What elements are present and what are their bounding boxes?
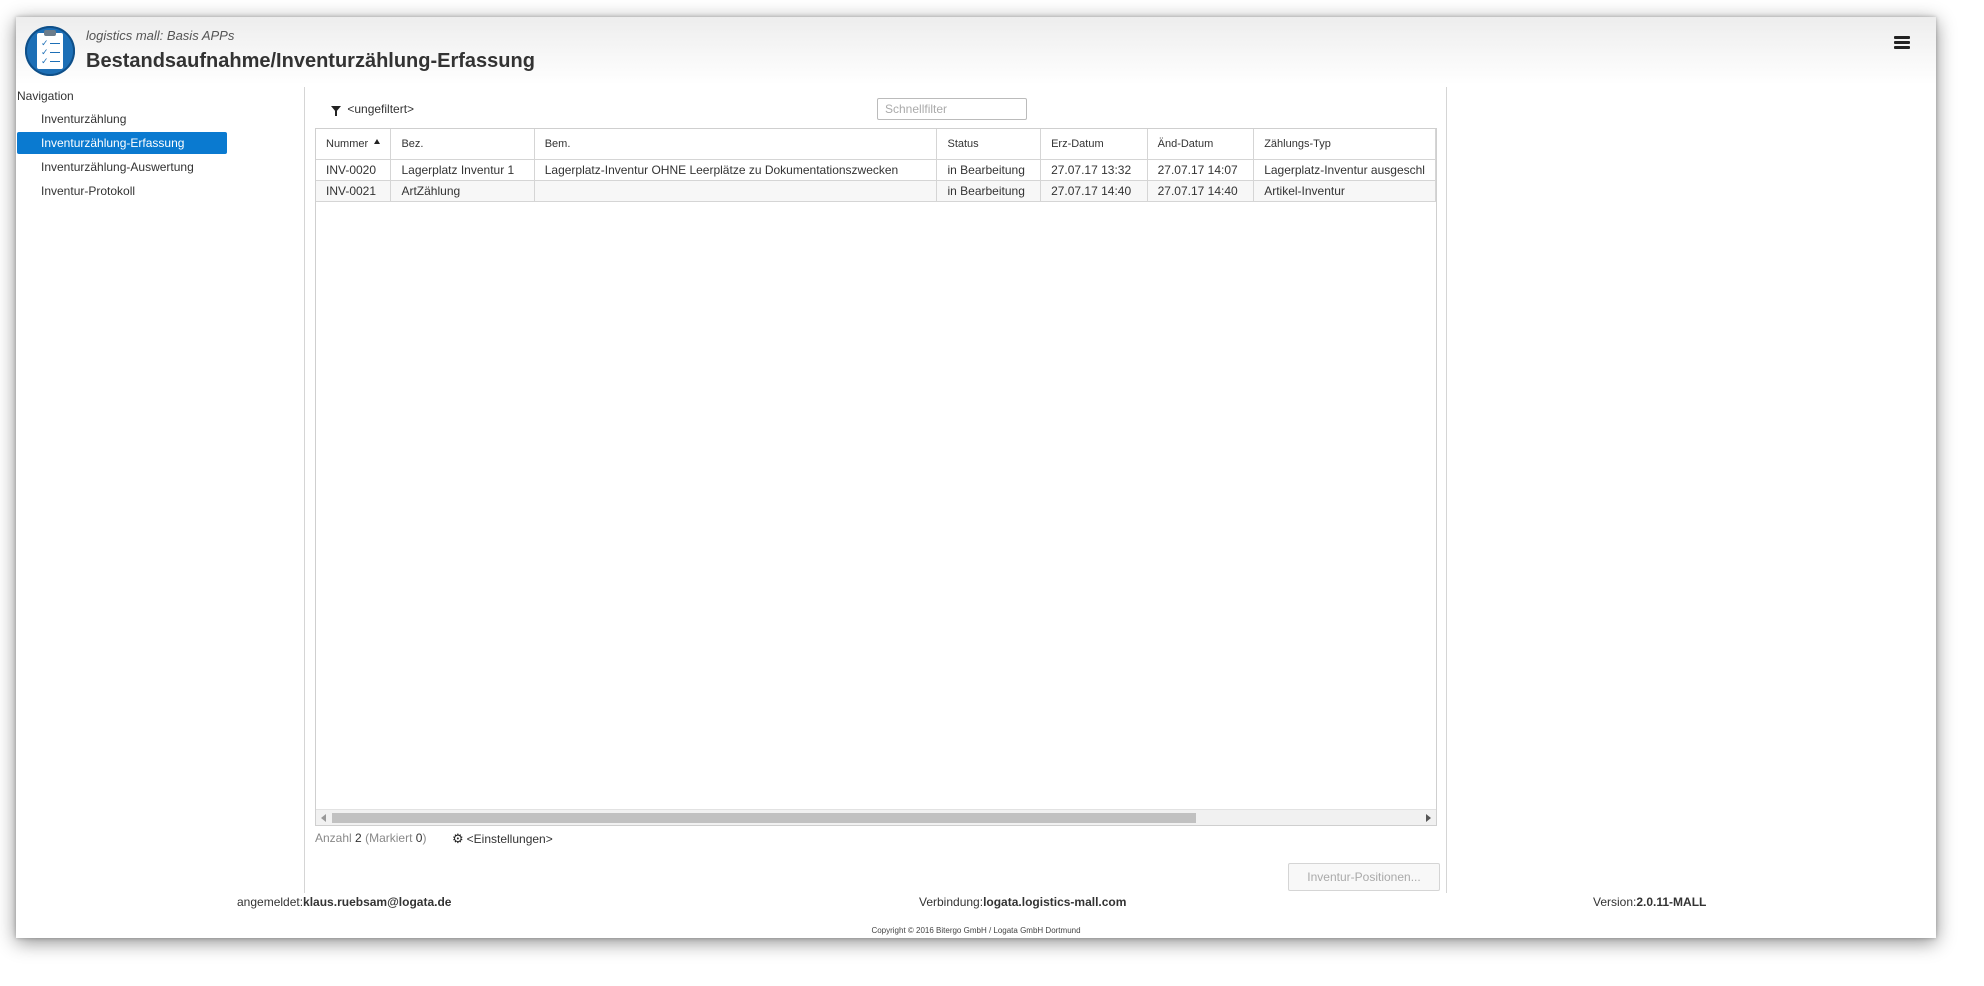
settings-link[interactable]: ⚙ <Einstellungen> [452, 831, 553, 847]
nav-item-inventur-protokoll[interactable]: Inventur-Protokoll [17, 180, 227, 202]
table-row[interactable]: INV-0021 ArtZählung in Bearbeitung 27.07… [316, 180, 1436, 202]
filter-label: <ungefiltert> [347, 102, 415, 116]
filter-funnel-icon [331, 106, 341, 116]
cell-erz-datum[interactable]: 27.07.17 13:32 [1040, 159, 1148, 181]
settings-label: <Einstellungen> [466, 832, 553, 846]
column-header-zaehlungs-typ[interactable]: Zählungs-Typ [1253, 129, 1436, 160]
cell-zaehlungs-typ[interactable]: Artikel-Inventur [1253, 180, 1436, 202]
scroll-left-icon[interactable] [321, 814, 326, 822]
column-header-status[interactable]: Status [936, 129, 1042, 160]
scrollbar-thumb[interactable] [332, 813, 1196, 823]
record-count-value: 2 [355, 831, 362, 845]
footer-logged-in: angemeldet:klaus.ruebsam@logata.de [237, 895, 452, 909]
cell-status[interactable]: in Bearbeitung [936, 159, 1042, 181]
navigation-label: Navigation [17, 89, 74, 103]
column-header-bez[interactable]: Bez. [390, 129, 535, 160]
marked-count-value: 0 [415, 831, 423, 845]
page-title: Bestandsaufnahme/Inventurzählung-Erfassu… [86, 50, 535, 72]
cell-bem[interactable]: Lagerplatz-Inventur OHNE Leerplätze zu D… [534, 159, 938, 181]
panel-divider-left [304, 87, 305, 893]
column-header-bem[interactable]: Bem. [534, 129, 938, 160]
footer-version-value: 2.0.11-MALL [1636, 895, 1707, 909]
gear-icon: ⚙ [452, 831, 464, 846]
cell-aend-datum[interactable]: 27.07.17 14:40 [1147, 180, 1255, 202]
column-header-aend-datum[interactable]: Änd-Datum [1147, 129, 1255, 160]
panel-divider-right [1446, 87, 1447, 893]
cell-erz-datum[interactable]: 27.07.17 14:40 [1040, 180, 1148, 202]
column-header-erz-datum[interactable]: Erz-Datum [1040, 129, 1148, 160]
footer-connection-host: logata.logistics-mall.com [983, 895, 1127, 909]
cell-bez[interactable]: Lagerplatz Inventur 1 [390, 159, 535, 181]
scroll-right-icon[interactable] [1426, 814, 1431, 822]
cell-nummer[interactable]: INV-0020 [316, 159, 392, 181]
sort-ascending-icon [374, 139, 381, 144]
filter-toggle[interactable]: <ungefiltert> [331, 102, 414, 116]
app-subtitle: logistics mall: Basis APPs [86, 28, 235, 43]
footer-connection: Verbindung:logata.logistics-mall.com [919, 895, 1127, 909]
cell-bem[interactable] [534, 180, 938, 202]
cell-zaehlungs-typ[interactable]: Lagerplatz-Inventur ausgeschl [1253, 159, 1436, 181]
inventory-table: Nummer Bez. Bem. Status Erz-Datum Änd-Da… [316, 129, 1436, 202]
record-count: Anzahl 2 (Markiert 0) [315, 831, 427, 845]
nav-item-inventurzaehlung-erfassung[interactable]: Inventurzählung-Erfassung [17, 132, 227, 154]
inventory-grid: Nummer Bez. Bem. Status Erz-Datum Änd-Da… [315, 128, 1437, 826]
cell-bez[interactable]: ArtZählung [390, 180, 535, 202]
table-row[interactable]: INV-0020 Lagerplatz Inventur 1 Lagerplat… [316, 159, 1436, 181]
cell-nummer[interactable]: INV-0021 [316, 180, 392, 202]
copyright-text: Copyright © 2016 Bitergo GmbH / Logata G… [871, 926, 1081, 935]
cell-status[interactable]: in Bearbeitung [936, 180, 1042, 202]
app-window: ✓ ✓ ✓ logistics mall: Basis APPs Bestand… [16, 17, 1936, 938]
table-header-row: Nummer Bez. Bem. Status Erz-Datum Änd-Da… [316, 129, 1436, 160]
quickfilter-input[interactable] [877, 98, 1027, 120]
footer-user: klaus.ruebsam@logata.de [303, 895, 452, 909]
footer-version: Version:2.0.11-MALL [1593, 895, 1707, 909]
nav-item-inventurzaehlung-auswertung[interactable]: Inventurzählung-Auswertung [17, 156, 227, 178]
column-header-nummer[interactable]: Nummer [316, 129, 392, 160]
cell-aend-datum[interactable]: 27.07.17 14:07 [1147, 159, 1255, 181]
horizontal-scrollbar[interactable] [316, 809, 1436, 825]
nav-item-inventurzaehlung[interactable]: Inventurzählung [17, 108, 227, 130]
clipboard-checklist-icon: ✓ ✓ ✓ [25, 26, 75, 76]
inventur-positionen-button[interactable]: Inventur-Positionen... [1288, 863, 1440, 891]
app-header: ✓ ✓ ✓ logistics mall: Basis APPs Bestand… [16, 17, 1936, 85]
hamburger-menu-icon[interactable] [1893, 34, 1911, 52]
